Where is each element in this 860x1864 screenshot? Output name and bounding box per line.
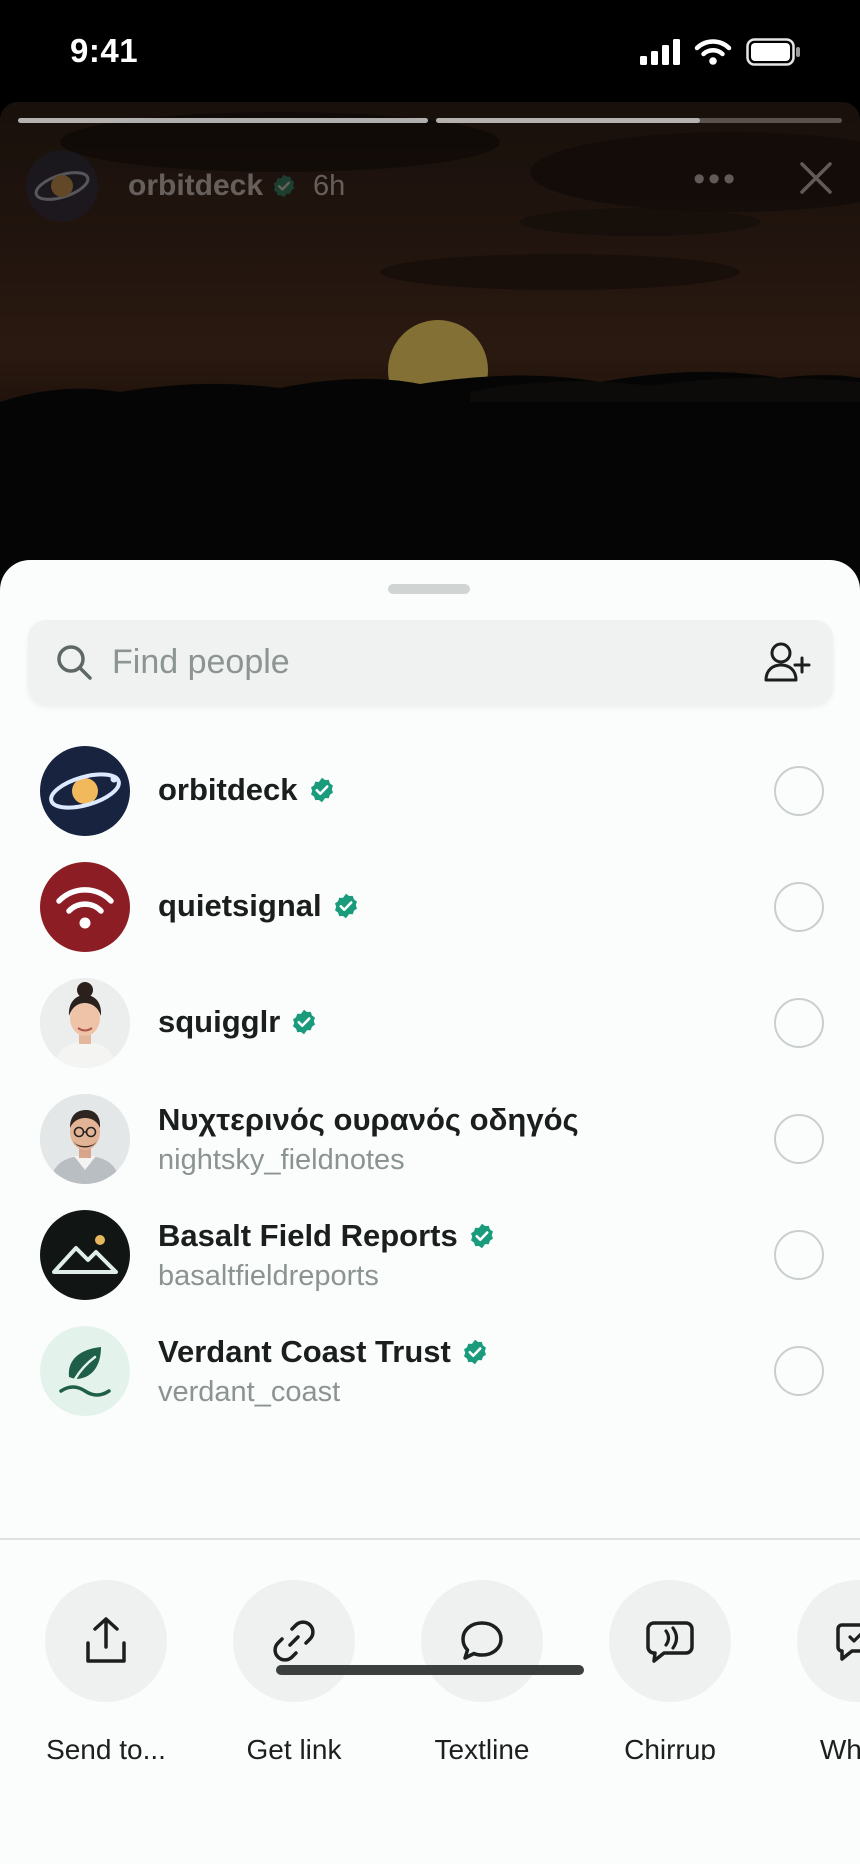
list-item[interactable]: quietsignal [0, 848, 860, 964]
close-icon[interactable] [798, 160, 834, 201]
home-indicator [276, 1665, 584, 1675]
action-circle [233, 1580, 355, 1702]
battery-icon [746, 38, 800, 66]
action-circle [609, 1580, 731, 1702]
person-name-row: orbitdeck [158, 772, 336, 808]
status-icons [640, 38, 802, 66]
ellipsis-icon[interactable]: ••• [693, 160, 738, 199]
list-item[interactable]: Basalt Field Reports basaltfieldreports [0, 1196, 860, 1312]
person-text: orbitdeck [158, 772, 336, 808]
wifi-icon [694, 39, 732, 65]
orbit-logo-icon [49, 772, 121, 810]
story-viewer: orbitdeck 6h ••• [0, 102, 860, 582]
portrait-woman-icon [40, 978, 130, 1068]
portrait-man-icon [40, 1094, 130, 1184]
search-bar [28, 620, 833, 704]
wifi-logo-icon [56, 887, 114, 929]
person-text: Verdant Coast Trust verdant_coast [158, 1334, 489, 1409]
search-icon [57, 645, 92, 680]
avatar [40, 1210, 130, 1300]
verified-badge-icon [271, 173, 297, 199]
person-text: squigglr [158, 1004, 318, 1040]
select-radio[interactable] [774, 882, 824, 932]
person-name: Verdant Coast Trust [158, 1334, 451, 1369]
link-icon [273, 1620, 315, 1662]
person-name: squigglr [158, 1004, 281, 1039]
person-name-row: squigglr [158, 1004, 318, 1040]
add-person-icon[interactable] [763, 640, 811, 684]
find-people-input[interactable] [112, 620, 732, 704]
sheet-drag-handle[interactable] [388, 584, 470, 594]
status-time: 9:41 [70, 32, 139, 69]
list-item[interactable]: squigglr [0, 964, 860, 1080]
select-radio[interactable] [774, 1346, 824, 1396]
status-bar: 9:41 [0, 0, 860, 102]
action-circle [797, 1580, 860, 1702]
person-name-row: quietsignal [158, 888, 360, 924]
person-name-row: Basalt Field Reports [158, 1218, 496, 1254]
action-label: Textline [434, 1734, 530, 1760]
verified-badge-icon [332, 892, 360, 920]
action-label: Chirrup [624, 1734, 716, 1760]
cellular-signal-icon [640, 39, 680, 65]
select-radio[interactable] [774, 766, 824, 816]
verified-badge-icon [461, 1338, 489, 1366]
person-name-row: Verdant Coast Trust [158, 1334, 489, 1370]
action-circle [421, 1580, 543, 1702]
chirrup-button[interactable]: Chirrup [576, 1580, 764, 1760]
avatar [40, 746, 130, 836]
story-progress-2-fill [436, 118, 700, 123]
verified-badge-icon [308, 776, 336, 804]
whistl-icon [836, 1623, 860, 1661]
person-text: quietsignal [158, 888, 360, 924]
share-sheet: orbitdeck quietsignal [0, 560, 860, 1864]
avatar [40, 1094, 130, 1184]
story-progress-2 [436, 118, 842, 123]
person-text: Νυχτερινός ουρανός οδηγός nightsky_field… [158, 1102, 579, 1177]
person-name: Basalt Field Reports [158, 1218, 458, 1253]
mountain-logo-icon [52, 1235, 118, 1274]
verified-badge-icon [468, 1222, 496, 1250]
action-circle [45, 1580, 167, 1702]
story-progress-1 [18, 118, 428, 123]
select-radio[interactable] [774, 998, 824, 1048]
verified-badge-icon [290, 1008, 318, 1036]
action-label: Whistl [819, 1734, 860, 1760]
person-name-row: Νυχτερινός ουρανός οδηγός [158, 1102, 579, 1138]
person-name: orbitdeck [158, 772, 298, 807]
send-to-button[interactable]: Send to... [12, 1580, 200, 1760]
list-item[interactable]: Νυχτερινός ουρανός οδηγός nightsky_field… [0, 1080, 860, 1196]
select-radio[interactable] [774, 1230, 824, 1280]
leaf-logo-icon [59, 1347, 111, 1397]
story-header: orbitdeck 6h ••• [26, 148, 834, 224]
story-account-name[interactable]: orbitdeck [128, 169, 263, 203]
action-label: Send to... [46, 1734, 166, 1760]
person-username: nightsky_fieldnotes [158, 1144, 405, 1176]
chirrup-icon [646, 1621, 694, 1663]
person-username: basaltfieldreports [158, 1260, 379, 1292]
avatar [40, 862, 130, 952]
share-icon [86, 1617, 126, 1663]
avatar [40, 1326, 130, 1416]
story-age: 6h [313, 169, 346, 202]
story-progress-1-fill [18, 118, 428, 123]
person-name: Νυχτερινός ουρανός οδηγός [158, 1102, 579, 1137]
select-radio[interactable] [774, 1114, 824, 1164]
person-username: verdant_coast [158, 1376, 341, 1408]
divider [0, 1538, 860, 1540]
person-text: Basalt Field Reports basaltfieldreports [158, 1218, 496, 1293]
list-item[interactable]: Verdant Coast Trust verdant_coast [0, 1312, 860, 1428]
whistl-button[interactable]: Whistl [764, 1580, 860, 1760]
action-label: Get link [246, 1734, 342, 1760]
orbit-logo-icon [34, 171, 90, 201]
chat-bubble-icon [461, 1621, 503, 1660]
story-avatar[interactable] [26, 150, 98, 222]
avatar [40, 978, 130, 1068]
list-item[interactable]: orbitdeck [0, 732, 860, 848]
person-name: quietsignal [158, 888, 322, 923]
